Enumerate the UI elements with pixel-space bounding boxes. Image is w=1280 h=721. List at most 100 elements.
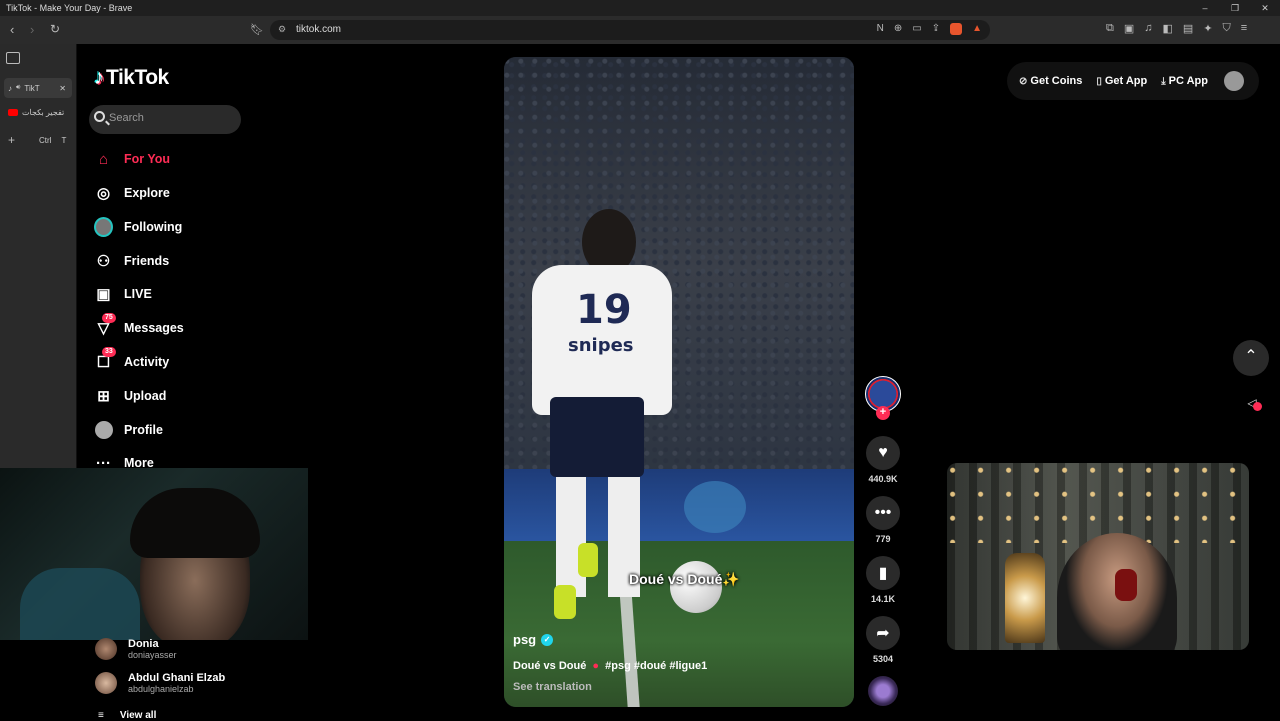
zoom-icon[interactable]: ⊕ — [894, 23, 902, 35]
nav-explore[interactable]: ◎ Explore — [94, 182, 170, 204]
video-hashtags[interactable]: #psg #doué #ligue1 — [605, 660, 707, 672]
url-text[interactable]: tiktok.com — [296, 24, 341, 35]
red-circle-icon: ● — [592, 660, 600, 672]
headset — [1115, 569, 1137, 601]
following-avatar-icon — [94, 217, 113, 237]
leo-ai-icon[interactable]: ✦ — [1203, 22, 1212, 35]
bookmark-icon[interactable]: 🔖︎ — [250, 23, 264, 36]
tab-label: تفجير بكجات — [22, 107, 65, 117]
comment-count: 779 — [875, 534, 891, 544]
tiktok-note-icon: ♪ — [94, 66, 105, 89]
account-avatar — [95, 672, 117, 694]
sidebar-panel-icon[interactable] — [6, 52, 20, 64]
search-box[interactable] — [89, 105, 241, 134]
comment-button[interactable]: ••• 779 — [864, 496, 902, 544]
follow-plus-icon[interactable]: + — [876, 406, 890, 420]
player-shorts — [550, 397, 644, 477]
chair — [20, 568, 140, 640]
toolbar-extensions: ⧉ ▣ ♫ ◧ ▤ ✦ ⛉ ≡ — [1106, 22, 1247, 35]
mute-button[interactable]: ◁ — [1241, 396, 1263, 418]
player-boot — [554, 585, 576, 619]
wallet-icon[interactable]: ▤ — [1183, 22, 1193, 35]
tab-label: TikT — [24, 83, 40, 93]
following-account[interactable]: Abdul Ghani Elzab abdulghanielzab — [95, 672, 225, 694]
comment-icon: ••• — [866, 496, 900, 530]
window-titlebar: TikTok - Make Your Day - Brave – ❐ ✕ — [0, 0, 1280, 16]
live-icon: ▣ — [96, 286, 111, 303]
new-tab-button[interactable]: + Ctrl T — [4, 130, 72, 150]
bookmark-icon: ▮ — [866, 556, 900, 590]
tab-tiktok[interactable]: ♪ 🔊︎ TikT ✕ — [4, 78, 72, 98]
nav-for-you[interactable]: ⌂ For You — [94, 148, 170, 170]
cast-icon[interactable]: ▭ — [912, 23, 921, 35]
music-disc-button[interactable] — [864, 676, 902, 706]
brave-shields-icon[interactable] — [950, 23, 963, 35]
user-avatar[interactable] — [1223, 71, 1244, 91]
pc-app-button[interactable]: ⤓ PC App — [1161, 75, 1208, 87]
share-icon[interactable]: ⇪ — [932, 23, 940, 35]
restore-button[interactable]: ❐ — [1220, 0, 1250, 16]
following-account[interactable]: Donia doniayasser — [95, 638, 177, 660]
account-handle: abdulghanielzab — [128, 684, 194, 694]
search-input[interactable] — [109, 112, 229, 124]
brave-rewards-icon[interactable]: ▲ — [972, 23, 982, 35]
activity-badge: 33 — [102, 346, 116, 357]
share-button[interactable]: ➦ 5304 — [864, 616, 902, 664]
share-arrow-icon: ➦ — [866, 616, 900, 650]
share-count: 5304 — [872, 654, 894, 664]
sidebar-toggle-icon[interactable]: ◧ — [1163, 22, 1173, 35]
get-app-button[interactable]: ▯ Get App — [1096, 75, 1147, 87]
reload-icon[interactable]: ↻ — [50, 22, 60, 36]
menu-icon[interactable]: ≡ — [1241, 22, 1247, 35]
search-icon — [94, 111, 105, 122]
header-actions: ⊘ Get Coins ▯ Get App ⤓ PC App — [1007, 62, 1259, 100]
nav-profile[interactable]: Profile — [94, 419, 163, 441]
back-icon[interactable]: ‹ — [10, 22, 14, 37]
webcam-overlay-right — [947, 463, 1249, 650]
media-icon[interactable]: ♫ — [1144, 22, 1152, 35]
streamer-hair — [130, 488, 260, 558]
address-bar[interactable]: ⚙ tiktok.com N ⊕ ▭ ⇪ ▲ — [270, 20, 990, 40]
extensions-icon[interactable]: ⧉ — [1106, 22, 1114, 35]
string-lights — [947, 463, 1249, 543]
author-avatar-button[interactable]: + — [864, 376, 902, 420]
nav-friends[interactable]: ⚇ Friends — [94, 250, 169, 272]
webcam-overlay-left — [0, 468, 308, 640]
forward-icon[interactable]: › — [30, 22, 34, 37]
nav-following[interactable]: Following — [94, 216, 182, 238]
nav-live[interactable]: ▣ LIVE — [94, 283, 151, 305]
tiktok-logo[interactable]: ♪TikTok — [94, 66, 169, 90]
video-description: Doué vs Doué ● #psg #doué #ligue1 — [513, 660, 708, 672]
upload-icon: ⊞ — [97, 388, 110, 405]
minimize-button[interactable]: – — [1190, 0, 1220, 16]
vpn-icon[interactable]: ⛉ — [1223, 22, 1231, 35]
like-button[interactable]: ♥ 440.9K — [864, 436, 902, 484]
previous-video-button[interactable]: ⌃ — [1233, 340, 1269, 376]
music-disc-icon — [868, 676, 898, 706]
jersey-number: 19 — [576, 287, 632, 333]
nav-activity[interactable]: ☐ 33 Activity — [94, 346, 169, 373]
get-coins-button[interactable]: ⊘ Get Coins — [1019, 75, 1082, 87]
vertical-tabs-panel: ♪ 🔊︎ TikT ✕ تفجير بكجات + Ctrl T — [0, 44, 77, 468]
close-tab-icon[interactable]: ✕ — [59, 84, 66, 93]
tab-youtube[interactable]: تفجير بكجات — [4, 102, 72, 122]
see-translation-link[interactable]: See translation — [513, 681, 592, 693]
nav-upload[interactable]: ⊞ Upload — [94, 385, 166, 407]
view-all-link[interactable]: ≡ View all — [98, 710, 156, 721]
save-button[interactable]: ▮ 14.1K — [864, 556, 902, 604]
speaker-icon[interactable]: 🔊︎ — [16, 84, 20, 92]
site-info-icon[interactable]: ⚙ — [278, 24, 286, 35]
friends-icon: ⚇ — [96, 253, 111, 270]
translate-icon[interactable]: N — [877, 23, 884, 35]
window-title: TikTok - Make Your Day - Brave — [6, 3, 133, 13]
ad-logo — [684, 481, 746, 533]
tab-search-icon[interactable]: ▣ — [1124, 22, 1134, 35]
close-window-button[interactable]: ✕ — [1250, 0, 1280, 16]
phone-icon: ▯ — [1096, 75, 1102, 87]
tiktok-favicon-icon: ♪ — [8, 83, 12, 93]
video-overlay-text: Doué vs Doué✨ — [629, 571, 740, 587]
nav-messages[interactable]: ▽ 75 Messages — [94, 312, 184, 339]
video-author[interactable]: psg ✓ — [513, 632, 554, 647]
video-player[interactable]: 19 snipes Doué vs Doué✨ psg ✓ Doué vs Do… — [504, 57, 854, 707]
messages-badge: 75 — [102, 312, 116, 323]
